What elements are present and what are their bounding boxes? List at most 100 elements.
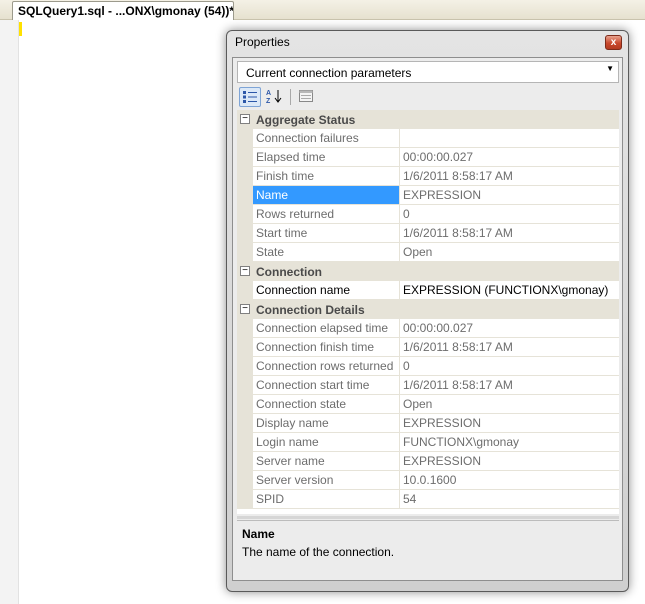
query-editor-tab[interactable]: SQLQuery1.sql - ...ONX\gmonay (54))*	[12, 1, 234, 20]
property-name[interactable]: Finish time	[253, 167, 400, 186]
property-row[interactable]: Connection name EXPRESSION (FUNCTIONX\gmo…	[237, 281, 619, 300]
properties-toolbar: A Z	[237, 86, 619, 108]
property-value[interactable]: 54	[400, 490, 619, 509]
property-row[interactable]: Connection failures	[237, 129, 619, 148]
property-name[interactable]: State	[253, 243, 400, 262]
property-name[interactable]: Name	[253, 186, 400, 205]
row-gutter	[237, 414, 253, 433]
property-name[interactable]: Display name	[253, 414, 400, 433]
close-icon[interactable]: x	[605, 35, 622, 50]
property-name[interactable]: Connection name	[253, 281, 400, 300]
property-value[interactable]: Open	[400, 395, 619, 414]
properties-title: Properties	[235, 35, 290, 49]
row-gutter	[237, 224, 253, 243]
object-selector-value: Current connection parameters	[246, 66, 412, 80]
property-pages-icon[interactable]	[295, 87, 317, 107]
document-tab-strip: SQLQuery1.sql - ...ONX\gmonay (54))*	[0, 0, 645, 20]
category-row[interactable]: − Connection	[237, 262, 619, 281]
row-gutter	[237, 205, 253, 224]
row-gutter	[237, 148, 253, 167]
property-name[interactable]: Connection finish time	[253, 338, 400, 357]
property-name[interactable]: Rows returned	[253, 205, 400, 224]
chevron-down-icon: ▼	[606, 64, 614, 73]
property-value[interactable]: 0	[400, 357, 619, 376]
row-gutter	[237, 129, 253, 148]
property-value[interactable]: 1/6/2011 8:58:17 AM	[400, 167, 619, 186]
property-name[interactable]: Elapsed time	[253, 148, 400, 167]
property-row[interactable]: Connection finish time 1/6/2011 8:58:17 A…	[237, 338, 619, 357]
property-row[interactable]: SPID 54	[237, 490, 619, 509]
description-title: Name	[242, 527, 275, 541]
property-value[interactable]: EXPRESSION	[400, 452, 619, 471]
property-value[interactable]: EXPRESSION	[400, 414, 619, 433]
category-label: Connection	[256, 265, 322, 279]
toolbar-separator	[290, 89, 291, 105]
property-row[interactable]: State Open	[237, 243, 619, 262]
svg-text:A: A	[266, 90, 271, 97]
row-gutter	[237, 433, 253, 452]
property-name[interactable]: Start time	[253, 224, 400, 243]
row-gutter	[237, 376, 253, 395]
property-row[interactable]: Connection start time 1/6/2011 8:58:17 AM	[237, 376, 619, 395]
category-label: Connection Details	[256, 303, 365, 317]
description-splitter[interactable]	[237, 516, 619, 519]
property-row[interactable]: Elapsed time 00:00:00.027	[237, 148, 619, 167]
property-value[interactable]: FUNCTIONX\gmonay	[400, 433, 619, 452]
property-name[interactable]: Connection start time	[253, 376, 400, 395]
row-gutter	[237, 338, 253, 357]
collapse-icon[interactable]: −	[240, 266, 250, 276]
row-gutter	[237, 281, 253, 300]
property-name[interactable]: Connection failures	[253, 129, 400, 148]
property-value[interactable]: Open	[400, 243, 619, 262]
category-label: Aggregate Status	[256, 113, 356, 127]
property-value[interactable]: EXPRESSION (FUNCTIONX\gmonay)	[400, 281, 619, 300]
row-gutter	[237, 471, 253, 490]
property-name[interactable]: SPID	[253, 490, 400, 509]
property-row[interactable]: Rows returned 0	[237, 205, 619, 224]
property-row[interactable]: Display name EXPRESSION	[237, 414, 619, 433]
row-gutter	[237, 186, 253, 205]
property-row[interactable]: Server name EXPRESSION	[237, 452, 619, 471]
object-selector-dropdown[interactable]: Current connection parameters ▼	[237, 61, 619, 83]
property-name[interactable]: Connection state	[253, 395, 400, 414]
property-row[interactable]: Connection state Open	[237, 395, 619, 414]
category-row[interactable]: − Aggregate Status	[237, 110, 619, 129]
property-value[interactable]: 1/6/2011 8:58:17 AM	[400, 338, 619, 357]
property-row[interactable]: Name EXPRESSION	[237, 186, 619, 205]
row-gutter	[237, 167, 253, 186]
property-name[interactable]: Login name	[253, 433, 400, 452]
property-row[interactable]: Server version 10.0.1600	[237, 471, 619, 490]
property-value[interactable]: 1/6/2011 8:58:17 AM	[400, 376, 619, 395]
property-value[interactable]	[400, 129, 619, 148]
collapse-icon[interactable]: −	[240, 114, 250, 124]
editor-margin	[0, 20, 19, 604]
row-gutter	[237, 243, 253, 262]
property-grid[interactable]: − Aggregate Status Connection failures Elap…	[237, 110, 619, 514]
row-gutter	[237, 490, 253, 509]
property-value[interactable]: EXPRESSION	[400, 186, 619, 205]
sort-alphabetical-icon[interactable]: A Z	[263, 87, 285, 107]
categorized-icon[interactable]	[239, 87, 261, 107]
row-gutter	[237, 395, 253, 414]
property-row[interactable]: Login name FUNCTIONX\gmonay	[237, 433, 619, 452]
property-row[interactable]: Connection rows returned 0	[237, 357, 619, 376]
properties-titlebar[interactable]: Properties x	[227, 31, 628, 55]
collapse-icon[interactable]: −	[240, 304, 250, 314]
property-value[interactable]: 0	[400, 205, 619, 224]
property-name[interactable]: Connection elapsed time	[253, 319, 400, 338]
property-value[interactable]: 00:00:00.027	[400, 319, 619, 338]
property-name[interactable]: Server version	[253, 471, 400, 490]
category-row[interactable]: − Connection Details	[237, 300, 619, 319]
property-name[interactable]: Connection rows returned	[253, 357, 400, 376]
property-row[interactable]: Start time 1/6/2011 8:58:17 AM	[237, 224, 619, 243]
property-value[interactable]: 1/6/2011 8:58:17 AM	[400, 224, 619, 243]
property-row[interactable]: Finish time 1/6/2011 8:58:17 AM	[237, 167, 619, 186]
property-value[interactable]: 10.0.1600	[400, 471, 619, 490]
description-text: The name of the connection.	[242, 545, 395, 559]
property-value[interactable]: 00:00:00.027	[400, 148, 619, 167]
row-gutter	[237, 452, 253, 471]
property-name[interactable]: Server name	[253, 452, 400, 471]
properties-panel: Current connection parameters ▼ A Z − Ag…	[232, 57, 623, 581]
properties-window: Properties x Current connection paramete…	[226, 30, 629, 592]
property-row[interactable]: Connection elapsed time 00:00:00.027	[237, 319, 619, 338]
